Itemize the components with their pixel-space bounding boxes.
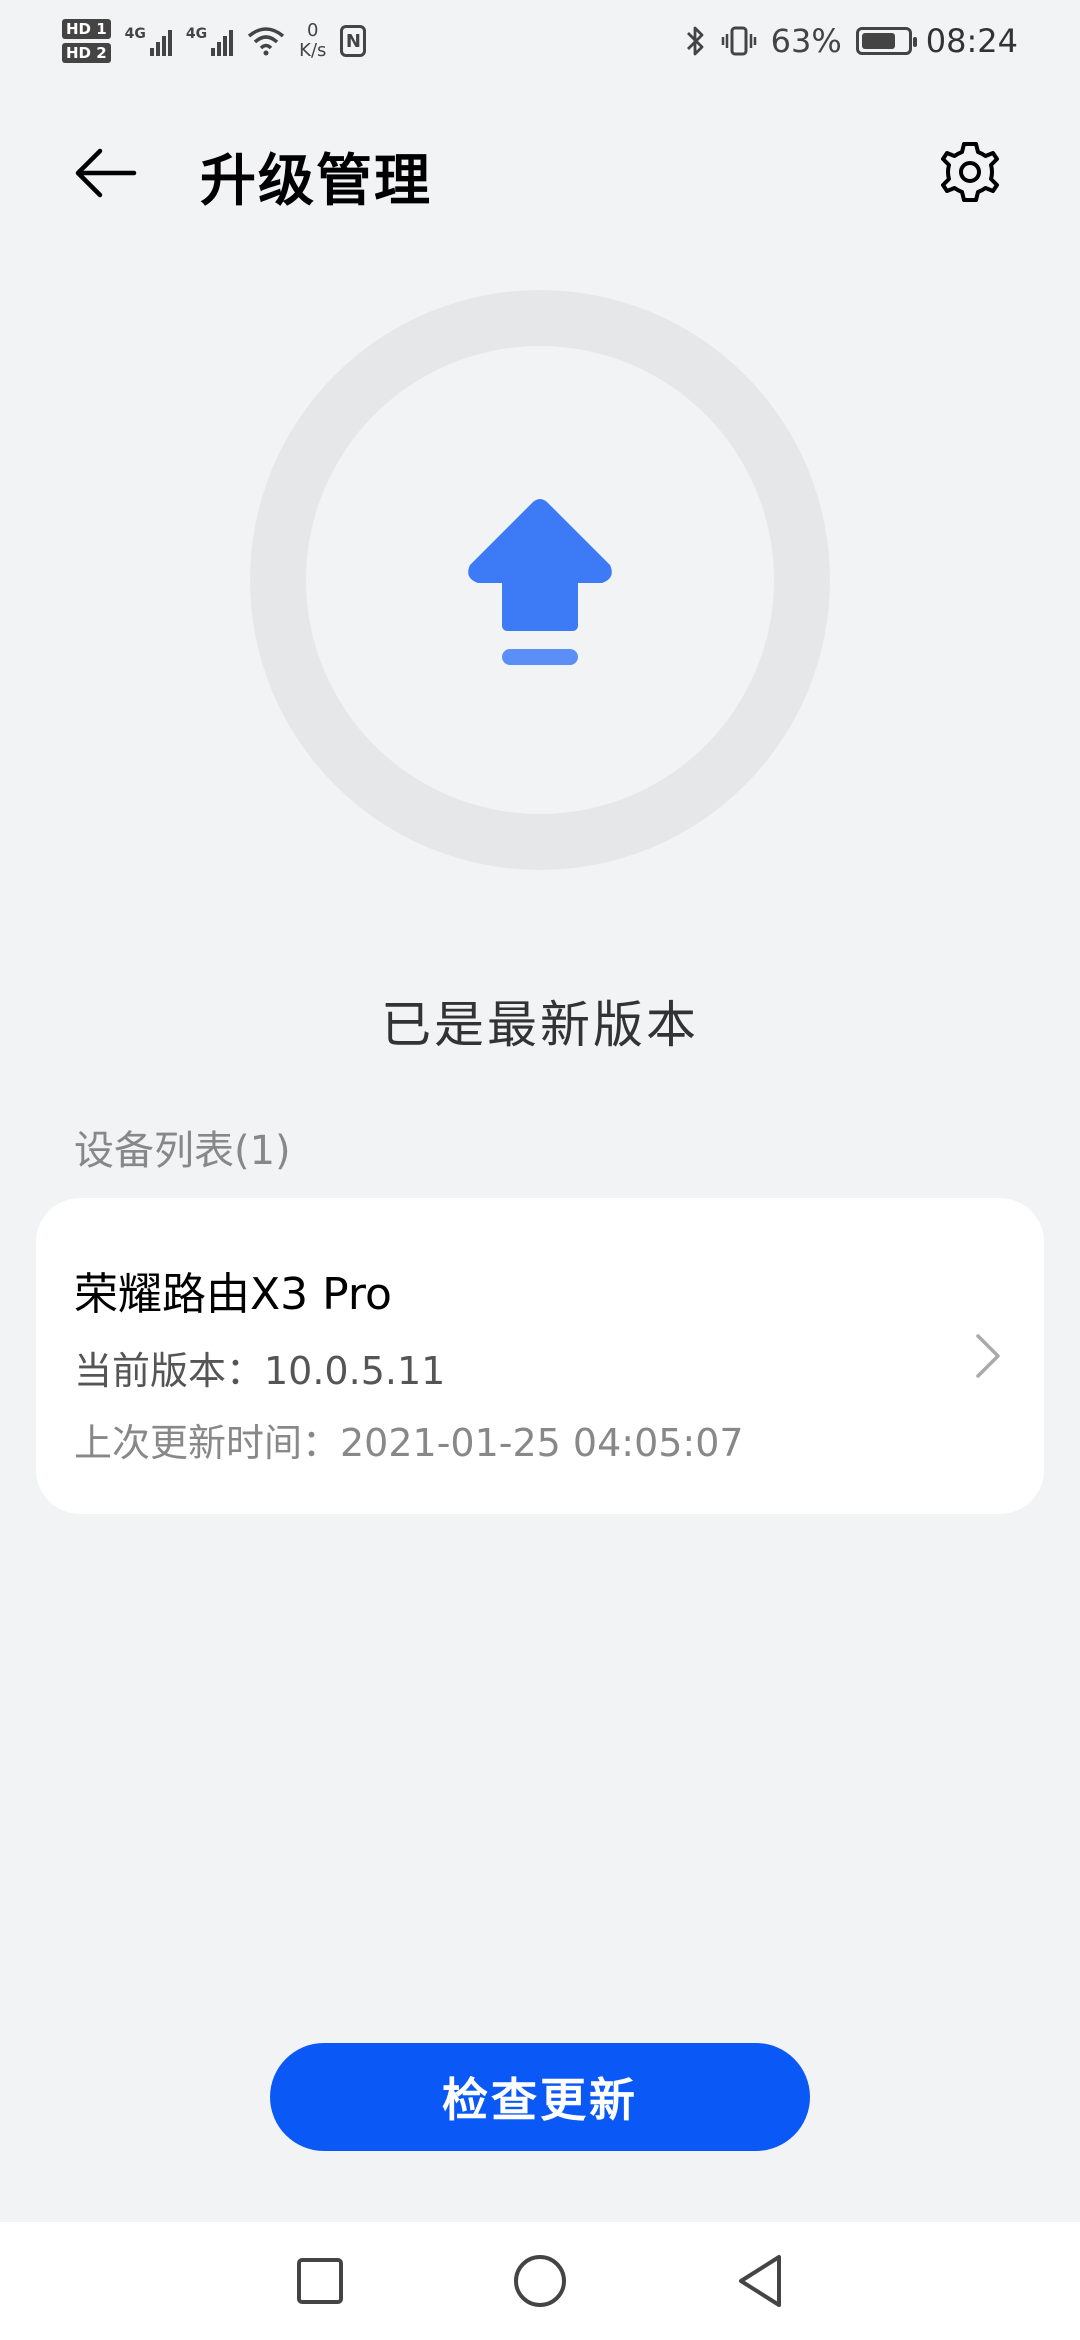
clock: 08:24 [925, 22, 1018, 60]
chevron-right-icon [976, 1334, 1000, 1378]
back-button[interactable] [70, 138, 160, 208]
gear-icon [941, 142, 999, 202]
arrow-left-icon [75, 148, 137, 198]
vibrate-icon [721, 26, 756, 56]
speed-value: 0 [307, 20, 319, 41]
screen: HD 1 HD 2 4G 4G 0 K/s N 63% 08:24 升级管理 已… [0, 0, 1080, 2340]
hd2-badge: HD 2 [62, 43, 111, 63]
nav-home-button[interactable] [510, 2251, 570, 2311]
net-speed: 0 K/s [299, 21, 326, 61]
nav-recent-button[interactable] [290, 2251, 350, 2311]
device-name: 荣耀路由X3 Pro [74, 1269, 392, 1320]
settings-button[interactable] [930, 132, 1010, 212]
status-left: HD 1 HD 2 4G 4G 0 K/s N [62, 19, 367, 63]
hd1-badge: HD 1 [62, 19, 111, 39]
battery-icon [855, 27, 917, 55]
circle-icon [514, 2255, 566, 2307]
device-current-version: 当前版本：10.0.5.11 [74, 1349, 446, 1393]
hd-indicators: HD 1 HD 2 [62, 19, 111, 63]
check-update-button[interactable]: 检查更新 [270, 2043, 810, 2151]
navigation-bar [0, 2222, 1080, 2340]
upload-arrow-icon [468, 499, 612, 665]
battery-percent: 63% [770, 22, 842, 60]
nav-back-button[interactable] [730, 2251, 790, 2311]
update-status-text: 已是最新版本 [381, 996, 699, 1054]
device-list-header: 设备列表(1) [74, 1128, 291, 1174]
signal-1-icon: 4G [125, 26, 172, 56]
status-bar: HD 1 HD 2 4G 4G 0 K/s N 63% 08:24 [0, 0, 1080, 82]
signal-2-icon: 4G [185, 26, 234, 56]
page-title: 升级管理 [200, 149, 432, 214]
nfc-icon: N [340, 25, 367, 57]
bluetooth-icon [686, 26, 704, 56]
device-last-update: 上次更新时间：2021-01-25 04:05:07 [74, 1421, 744, 1465]
device-card[interactable]: 荣耀路由X3 Pro 当前版本：10.0.5.11 上次更新时间：2021-01… [36, 1198, 1044, 1514]
speed-unit: K/s [299, 40, 327, 61]
network2-label: 4G [185, 26, 208, 42]
status-right: 63% 08:24 [685, 22, 1018, 60]
app-bar: 升级管理 [0, 120, 1080, 220]
wifi-icon [248, 27, 285, 56]
network1-label: 4G [124, 26, 146, 42]
triangle-icon [739, 2255, 781, 2307]
square-icon [297, 2258, 343, 2304]
